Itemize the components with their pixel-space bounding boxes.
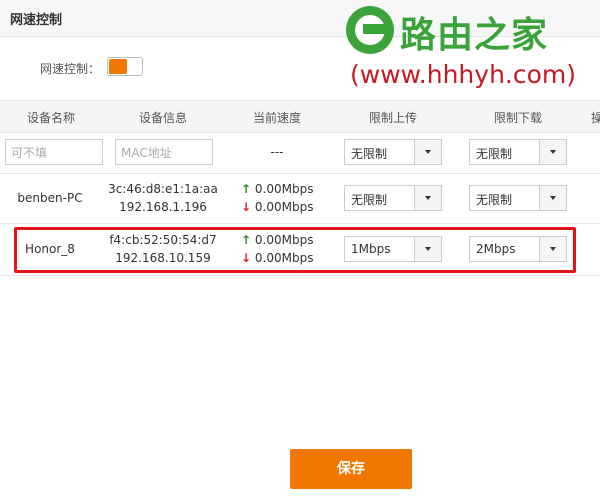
caret-down-icon	[425, 150, 431, 154]
watermark-url: (www.hhhyh.com)	[350, 60, 577, 89]
arrow-up-icon: ↑	[241, 182, 252, 196]
download-limit-select[interactable]: 无限制	[469, 185, 567, 211]
speed-control-label: 网速控制：	[40, 62, 101, 76]
upload-limit-select[interactable]: 无限制	[344, 139, 442, 165]
dropdown-button[interactable]	[414, 186, 441, 210]
download-limit-select[interactable]: 无限制	[469, 139, 567, 165]
current-speed-placeholder: ---	[270, 145, 284, 159]
download-speed: ↓ 0.00Mbps	[241, 200, 313, 214]
column-header-action: 操	[590, 111, 600, 125]
column-header-device-info: 设备信息	[138, 111, 188, 125]
upload-speed-value: 0.00Mbps	[254, 182, 314, 196]
download-speed-value: 0.00Mbps	[254, 200, 314, 214]
column-header-upload-limit: 限制上传	[368, 111, 418, 125]
select-value: 无限制	[351, 147, 388, 161]
watermark-brand: 路由之家	[400, 15, 549, 56]
page-title: 网速控制	[10, 13, 63, 28]
dropdown-button[interactable]	[414, 140, 441, 164]
mac-address-input[interactable]: MAC地址	[115, 139, 213, 165]
caret-down-icon	[425, 196, 431, 200]
device-ip: 192.168.1.196	[119, 200, 207, 214]
brand-logo-icon	[346, 6, 394, 54]
upload-limit-select[interactable]: 无限制	[344, 185, 442, 211]
device-name-input[interactable]: 可不填	[5, 139, 103, 165]
caret-down-icon	[550, 196, 556, 200]
caret-down-icon	[550, 150, 556, 154]
highlight-box	[14, 227, 576, 273]
new-device-row: 可不填 MAC地址 --- 无限制 无限制	[0, 131, 600, 174]
column-header-current-speed: 当前速度	[252, 111, 302, 125]
toggle-on-indicator	[109, 59, 127, 74]
watermark: 路由之家 (www.hhhyh.com)	[338, 2, 600, 98]
upload-speed: ↑ 0.00Mbps	[241, 182, 313, 196]
column-header-device-name: 设备名称	[26, 111, 76, 125]
dropdown-button[interactable]	[539, 186, 566, 210]
select-value: 无限制	[476, 147, 513, 161]
speed-control-toggle[interactable]	[107, 57, 143, 76]
arrow-down-icon: ↓	[241, 200, 252, 214]
device-mac: 3c:46:d8:e1:1a:aa	[108, 182, 218, 196]
column-header-download-limit: 限制下载	[493, 111, 543, 125]
table-row: benben-PC 3c:46:d8:e1:1a:aa 192.168.1.19…	[0, 173, 600, 224]
table-header: 设备名称 设备信息 当前速度 限制上传 限制下载 操	[0, 100, 600, 133]
select-value: 无限制	[351, 193, 388, 207]
device-name: benben-PC	[17, 191, 83, 205]
dropdown-button[interactable]	[539, 140, 566, 164]
save-button[interactable]: 保存	[290, 449, 412, 489]
select-value: 无限制	[476, 193, 513, 207]
